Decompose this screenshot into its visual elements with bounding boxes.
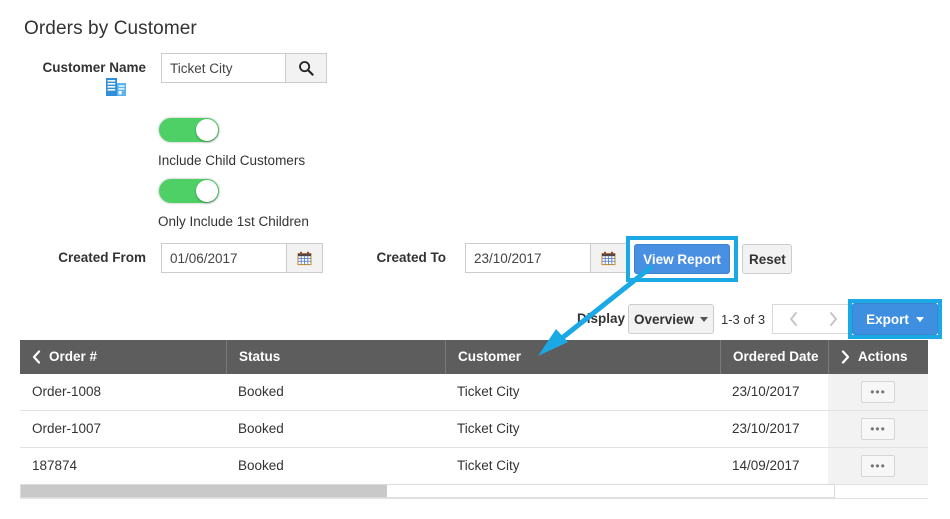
display-label: Display [577,311,626,326]
include-child-customers-toggle[interactable] [158,117,220,143]
cell-actions: ••• [828,411,928,447]
report-page: Orders by Customer Customer Name Ticket … [0,0,950,519]
column-header-customer[interactable]: Customer [445,340,720,374]
export-button[interactable]: Export [852,303,938,335]
cell-customer: Ticket City [457,384,520,399]
grid-bottom-divider [20,498,928,499]
only-include-first-children-toggle[interactable] [158,178,220,204]
column-header-status[interactable]: Status [226,340,445,374]
cell-order: 187874 [32,458,78,473]
calendar-icon [601,251,616,265]
chevron-left-icon [789,312,797,326]
cell-order: Order-1008 [32,384,102,399]
table-row[interactable]: 187874 Booked Ticket City 14/09/2017 ••• [20,448,928,485]
customer-name-input[interactable] [162,54,285,82]
cell-order: Order-1007 [32,421,102,436]
row-actions-button[interactable]: ••• [861,381,895,403]
export-button-label: Export [866,311,909,327]
column-header-ordered-date-label: Ordered Date [733,349,819,364]
created-from-label: Created From [58,250,146,265]
created-to-label: Created To [376,250,446,265]
customer-search-group [161,53,327,83]
cell-status: Booked [238,458,284,473]
cell-ordered-date: 23/10/2017 [732,421,800,436]
grid-header-row: Order # Status Customer Ordered Date Act… [20,340,928,374]
row-actions-button[interactable]: ••• [861,455,895,477]
toggle-knob [196,119,218,141]
display-mode-value: Overview [633,311,695,327]
result-range-text: 1-3 of 3 [721,312,766,327]
column-header-actions[interactable]: Actions [828,340,928,374]
chevron-down-icon [700,316,709,322]
cell-status: Booked [238,421,284,436]
search-button[interactable] [285,54,326,82]
chevron-down-icon [915,316,924,322]
created-from-input[interactable] [162,244,286,272]
column-header-order[interactable]: Order # [20,340,226,374]
toggle-knob [196,180,218,202]
cell-customer: Ticket City [457,458,520,473]
search-icon [299,61,314,76]
cell-ordered-date: 23/10/2017 [732,384,800,399]
grid-body: Order-1008 Booked Ticket City 23/10/2017… [20,374,928,485]
chevron-right-icon [841,350,850,364]
reset-button[interactable]: Reset [742,244,792,274]
created-to-calendar-button[interactable] [590,244,626,272]
chevron-left-icon [32,350,41,364]
building-icon [106,78,126,96]
column-header-status-label: Status [239,349,281,364]
column-header-order-label: Order # [49,349,98,364]
previous-page-button[interactable] [772,304,814,334]
column-header-ordered-date[interactable]: Ordered Date [720,340,828,374]
created-to-input[interactable] [466,244,590,272]
orders-grid: Order # Status Customer Ordered Date Act… [20,340,928,485]
column-header-customer-label: Customer [458,349,522,364]
created-from-group [161,243,323,273]
cell-customer: Ticket City [457,421,520,436]
page-title: Orders by Customer [24,18,197,39]
row-actions-button[interactable]: ••• [861,418,895,440]
grid-horizontal-scrollbar[interactable] [20,484,835,498]
include-child-customers-label: Include Child Customers [158,153,306,168]
column-header-actions-label: Actions [858,349,908,364]
cell-actions: ••• [828,448,928,484]
table-row[interactable]: Order-1008 Booked Ticket City 23/10/2017… [20,374,928,411]
view-report-button[interactable]: View Report [634,244,730,274]
created-to-group [465,243,627,273]
display-mode-select[interactable]: Overview [628,304,714,334]
customer-name-label: Customer Name [42,60,146,75]
customer-name-label-group: Customer Name [0,60,146,96]
include-child-customers-group: Include Child Customers [158,117,305,168]
table-row[interactable]: Order-1007 Booked Ticket City 23/10/2017… [20,411,928,448]
only-include-first-children-label: Only Include 1st Children [158,214,309,229]
only-include-first-children-group: Only Include 1st Children [158,178,309,229]
scrollbar-thumb[interactable] [21,485,387,497]
cell-ordered-date: 14/09/2017 [732,458,800,473]
cell-actions: ••• [828,374,928,410]
chevron-right-icon [830,312,837,326]
cell-status: Booked [238,384,284,399]
next-page-button[interactable] [813,304,855,334]
